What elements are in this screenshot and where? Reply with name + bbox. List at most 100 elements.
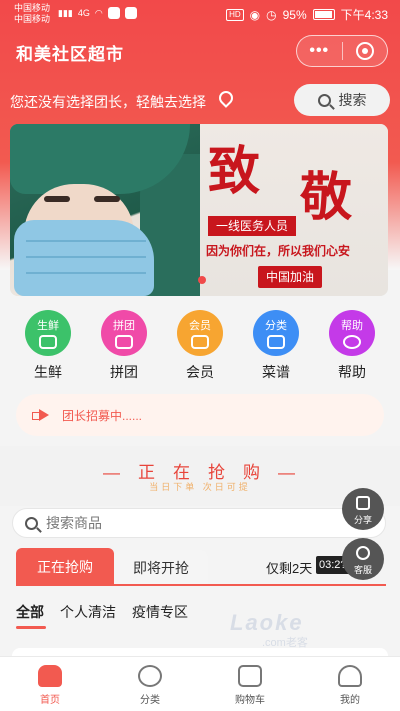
location-pin-icon bbox=[216, 88, 236, 108]
close-target-icon bbox=[355, 42, 374, 60]
page-title: 和美社区超市 bbox=[16, 45, 124, 64]
fresh-icon: 生鲜 bbox=[25, 310, 71, 356]
tabbar-label: 我的 bbox=[340, 695, 360, 706]
flash-sale-subtitle: 当日下单 次日可提 bbox=[149, 482, 251, 492]
leader-row: 您还没有选择团长，轻触去选择 搜索 bbox=[0, 82, 400, 118]
filter-tab-all[interactable]: 全部 bbox=[16, 602, 46, 629]
search-button[interactable]: 搜索 bbox=[294, 84, 390, 116]
tabbar-cart[interactable]: 购物车 bbox=[200, 657, 300, 711]
hd-badge: HD bbox=[226, 8, 244, 21]
category-help[interactable]: 帮助 帮助 bbox=[322, 310, 382, 382]
banner-eye-left bbox=[44, 196, 70, 202]
watermark-logo: Laoke bbox=[230, 610, 304, 635]
clock-time: 下午4:33 bbox=[340, 8, 388, 22]
banner-eye-right bbox=[94, 196, 120, 202]
carrier-2: 中国移动 bbox=[14, 14, 51, 24]
tabbar-category[interactable]: 分类 bbox=[100, 657, 200, 711]
battery-icon bbox=[312, 9, 335, 20]
product-filter-tabs: 全部 个人清洁 疫情专区 bbox=[16, 602, 188, 629]
service-label: 客服 bbox=[353, 565, 372, 575]
crown-glyph-icon bbox=[191, 335, 209, 349]
banner-frontline-label: 一线医务人员 bbox=[208, 216, 297, 236]
cart-icon bbox=[238, 665, 262, 687]
close-button[interactable] bbox=[342, 42, 387, 60]
category-badge: 生鲜 bbox=[37, 320, 59, 332]
network-type: 4G bbox=[77, 8, 90, 18]
app-notification-icon-2 bbox=[124, 7, 137, 19]
share-icon bbox=[356, 496, 370, 510]
tabbar-profile[interactable]: 我的 bbox=[300, 657, 400, 711]
status-icons-left: ▮▮▮ 4G ◠ bbox=[58, 7, 137, 19]
wifi-icon: ◠ bbox=[94, 7, 103, 18]
category-icon bbox=[138, 665, 162, 687]
category-label: 帮助 bbox=[338, 364, 366, 380]
category-group-buy[interactable]: 拼团 拼团 bbox=[94, 310, 154, 382]
category-label: 生鲜 bbox=[34, 364, 62, 380]
category-badge: 会员 bbox=[189, 320, 211, 332]
category-grid: 生鲜 生鲜 拼团 拼团 会员 会员 分类 菜谱 帮助 帮助 bbox=[0, 310, 400, 382]
customer-service-button[interactable]: 客服 bbox=[342, 538, 384, 580]
banner-page-dot[interactable] bbox=[198, 276, 206, 284]
app-notification-icon bbox=[107, 7, 120, 19]
category-fresh[interactable]: 生鲜 生鲜 bbox=[18, 310, 78, 382]
category-recipes[interactable]: 分类 菜谱 bbox=[246, 310, 306, 382]
profile-icon bbox=[338, 665, 362, 687]
tabbar-home[interactable]: 首页 bbox=[0, 657, 100, 711]
banner-photo bbox=[10, 124, 260, 296]
banner-face-mask bbox=[14, 220, 154, 296]
carrier-1: 中国移动 bbox=[14, 3, 51, 13]
group-buy-icon: 拼团 bbox=[101, 310, 147, 356]
headset-icon bbox=[356, 546, 370, 560]
tabbar-label: 首页 bbox=[40, 695, 60, 706]
more-button[interactable]: ••• bbox=[297, 42, 342, 60]
goods-search-input[interactable]: 搜索商品 bbox=[12, 508, 386, 538]
search-icon bbox=[317, 93, 331, 107]
tab-on-sale[interactable]: 正在抢购 bbox=[16, 548, 114, 586]
signal-icon: ▮▮▮ bbox=[58, 7, 73, 18]
miniprogram-capsule: ••• bbox=[296, 35, 388, 67]
lemon-glyph-icon bbox=[39, 335, 57, 349]
question-glyph-icon bbox=[343, 335, 361, 349]
share-label: 分享 bbox=[353, 515, 372, 525]
choose-leader-link[interactable]: 您还没有选择团长，轻触去选择 bbox=[10, 92, 206, 112]
banner-headline-2: 敬 bbox=[300, 167, 353, 228]
eye-icon: ◉ bbox=[249, 7, 261, 22]
status-icons-right: HD ◉ ◷ 95% 下午4:33 bbox=[226, 6, 388, 23]
grid-glyph-icon bbox=[267, 335, 285, 349]
banner-slogan: 因为你们在，所以我们心安 bbox=[206, 244, 351, 258]
promo-banner[interactable]: 致 敬 一线医务人员 因为你们在，所以我们心安 中国加油 bbox=[10, 124, 388, 296]
alarm-icon: ◷ bbox=[266, 7, 277, 22]
category-badge: 帮助 bbox=[341, 320, 363, 332]
nav-bar: 和美社区超市 ••• bbox=[0, 28, 400, 74]
shopping-bag-glyph-icon bbox=[115, 335, 133, 349]
search-icon bbox=[25, 516, 38, 530]
megaphone-icon bbox=[32, 409, 52, 421]
goods-search-placeholder: 搜索商品 bbox=[46, 515, 102, 531]
tab-upcoming[interactable]: 即将开抢 bbox=[114, 550, 208, 586]
home-icon bbox=[38, 665, 62, 687]
search-button-label: 搜索 bbox=[338, 92, 367, 108]
status-bar: 中国移动 中国移动 ▮▮▮ 4G ◠ HD ◉ ◷ 95% 下午4:33 bbox=[0, 0, 400, 28]
filter-tab-personal-care[interactable]: 个人清洁 bbox=[60, 602, 116, 622]
member-icon: 会员 bbox=[177, 310, 223, 356]
category-badge: 分类 bbox=[265, 320, 287, 332]
category-label: 拼团 bbox=[110, 364, 138, 380]
category-member[interactable]: 会员 会员 bbox=[170, 310, 230, 382]
category-label: 菜谱 bbox=[262, 364, 290, 380]
share-button[interactable]: 分享 bbox=[342, 488, 384, 530]
flash-sale-heading: — 正在抢购 — 当日下单 次日可提 bbox=[0, 446, 400, 506]
category-label: 会员 bbox=[186, 364, 214, 380]
mask-pleat bbox=[26, 240, 146, 242]
tabs-underline bbox=[16, 584, 386, 586]
banner-headline-1: 致 bbox=[208, 141, 261, 202]
sale-tabs: 正在抢购 即将开抢 仅剩2天 03:2?:20 bbox=[16, 546, 386, 586]
announcement-bar[interactable]: 团长招募中...... bbox=[16, 394, 384, 436]
help-icon: 帮助 bbox=[329, 310, 375, 356]
announcement-text: 团长招募中...... bbox=[62, 408, 143, 423]
recipes-icon: 分类 bbox=[253, 310, 299, 356]
mask-pleat bbox=[26, 256, 146, 258]
filter-tab-epidemic[interactable]: 疫情专区 bbox=[132, 602, 188, 622]
carrier-info: 中国移动 中国移动 bbox=[14, 3, 50, 25]
banner-cheer: 中国加油 bbox=[258, 266, 323, 288]
category-badge: 拼团 bbox=[113, 320, 135, 332]
